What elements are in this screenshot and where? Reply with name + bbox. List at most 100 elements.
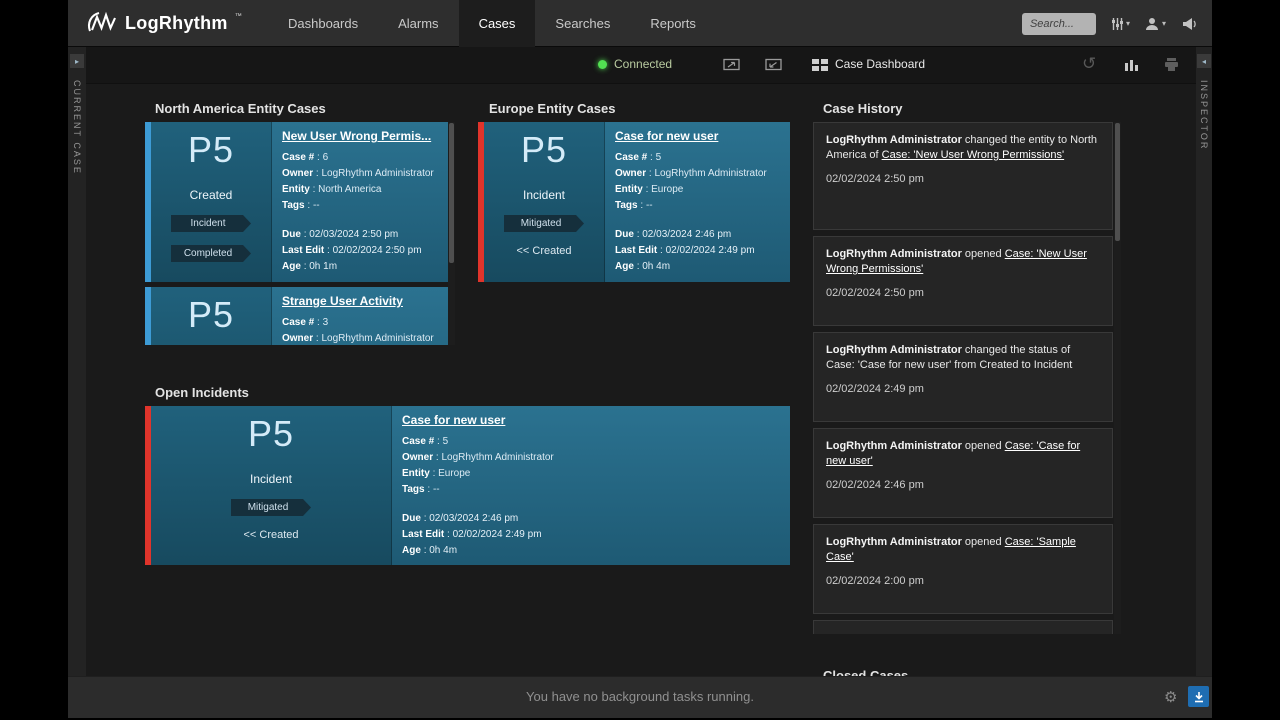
section-title-europe: Europe Entity Cases xyxy=(489,101,615,116)
case-history-entry: LogRhythm Administrator opened Case: 'Ne… xyxy=(813,236,1113,326)
case-title-link[interactable]: Case for new user xyxy=(615,129,780,143)
history-entry-body: LogRhythm Administrator opened Case: 'Ne… xyxy=(826,247,1100,277)
case-title-link[interactable]: New User Wrong Permis... xyxy=(282,129,445,143)
age-field: Age : 0h 4m xyxy=(615,259,780,275)
history-timestamp: 02/02/2024 2:50 pm xyxy=(826,286,1100,301)
search-input[interactable] xyxy=(1022,13,1096,35)
case-history-scrollbar[interactable] xyxy=(1114,122,1121,634)
case-history-entry: LogRhythm Administrator changed the enti… xyxy=(813,122,1113,230)
section-title-north-america: North America Entity Cases xyxy=(155,101,326,116)
owner-field: Owner : LogRhythm Administrator xyxy=(615,166,780,182)
dashboard-grid-icon xyxy=(812,58,828,71)
chart-columns-icon[interactable] xyxy=(1124,58,1139,71)
case-card-case-for-new-user[interactable]: P5 Incident Mitigated << Created Case fo… xyxy=(478,122,790,282)
case-details-panel: Case for new user Case # : 5 Owner : Log… xyxy=(605,122,790,282)
history-timestamp: 02/02/2024 2:00 pm xyxy=(826,574,1100,589)
background-tasks-message: You have no background tasks running. xyxy=(68,689,1212,704)
status-change-mitigated-button[interactable]: Mitigated xyxy=(504,215,584,232)
case-priority: P5 xyxy=(521,126,567,174)
brand-name: LogRhythm xyxy=(125,10,228,36)
due-field: Due : 02/03/2024 2:50 pm xyxy=(282,227,445,243)
case-number-field: Case # : 5 xyxy=(615,150,780,166)
due-field: Due : 02/03/2024 2:46 pm xyxy=(615,227,780,243)
dashboard-selector[interactable]: Case Dashboard xyxy=(812,57,925,71)
case-number-field: Case # : 5 xyxy=(402,434,780,450)
tab-reports[interactable]: Reports xyxy=(630,0,716,47)
nav-right-controls: ▾ ▾ xyxy=(1022,0,1198,47)
owner-field: Owner : LogRhythm Administrator xyxy=(282,331,445,345)
secondary-toolbar: Connected Case Dashboard ↺ xyxy=(68,47,1212,84)
case-card-strange-user-activity[interactable]: P5 Strange User Activity Case # : 3 Owne… xyxy=(145,287,455,345)
history-entry-body: LogRhythm Administrator changed the enti… xyxy=(826,133,1100,163)
case-status: Incident xyxy=(250,472,292,486)
case-dates: Due : 02/03/2024 2:46 pm Last Edit : 02/… xyxy=(402,511,780,559)
case-link[interactable]: Case: 'New User Wrong Permissions' xyxy=(882,149,1065,161)
history-actor: LogRhythm Administrator xyxy=(826,248,962,260)
announcements-icon[interactable] xyxy=(1181,17,1198,31)
status-back-created-label[interactable]: << Created xyxy=(243,529,298,541)
case-card-new-user-wrong-permissions[interactable]: P5 Created Incident Completed New User W… xyxy=(145,122,455,282)
filter-sliders-icon[interactable]: ▾ xyxy=(1111,17,1130,31)
tab-cases[interactable]: Cases xyxy=(459,0,536,47)
logrhythm-brand[interactable]: LogRhythm ™ xyxy=(86,10,242,36)
history-actor: LogRhythm Administrator xyxy=(826,440,962,452)
pop-in-panel-icon[interactable] xyxy=(765,57,782,72)
north-america-list-scrollbar[interactable] xyxy=(448,122,455,345)
age-field: Age : 0h 1m xyxy=(282,259,445,275)
screen: LogRhythm ™ Dashboards Alarms Cases Sear… xyxy=(0,0,1280,720)
case-summary-panel: P5 xyxy=(151,287,272,345)
owner-field: Owner : LogRhythm Administrator xyxy=(402,450,780,466)
scrollbar-thumb[interactable] xyxy=(449,123,454,263)
tab-alarms[interactable]: Alarms xyxy=(378,0,458,47)
status-change-incident-button[interactable]: Incident xyxy=(171,215,251,232)
undo-icon[interactable]: ↺ xyxy=(1082,55,1096,73)
tags-field: Tags : -- xyxy=(402,482,780,498)
history-action-text: opened xyxy=(962,536,1005,548)
tab-searches[interactable]: Searches xyxy=(535,0,630,47)
status-change-completed-button[interactable]: Completed xyxy=(171,245,251,262)
current-case-panel-tab: ▸ CURRENT CASE xyxy=(68,47,86,676)
gear-icon[interactable]: ⚙ xyxy=(1164,689,1177,707)
north-america-case-list: P5 Created Incident Completed New User W… xyxy=(145,122,455,345)
case-priority: P5 xyxy=(248,410,294,458)
scrollbar-thumb[interactable] xyxy=(1115,123,1120,241)
connection-status: Connected xyxy=(598,57,672,71)
pop-out-panel-icon[interactable] xyxy=(723,57,740,72)
case-summary-panel: P5 Incident Mitigated << Created xyxy=(151,406,392,565)
entity-field: Entity : Europe xyxy=(402,466,780,482)
status-change-mitigated-button[interactable]: Mitigated xyxy=(231,499,311,516)
case-priority: P5 xyxy=(188,126,234,174)
history-entry-body: LogRhythm Administrator changed the stat… xyxy=(826,343,1100,373)
case-title-link[interactable]: Strange User Activity xyxy=(282,294,445,308)
download-icon xyxy=(1193,691,1205,703)
tags-field: Tags : -- xyxy=(282,198,445,214)
print-icon[interactable] xyxy=(1164,57,1179,72)
main-nav-tabs: Dashboards Alarms Cases Searches Reports xyxy=(268,0,716,47)
background-tasks-bar: You have no background tasks running. ⚙ xyxy=(68,676,1212,718)
user-menu-icon[interactable]: ▾ xyxy=(1145,17,1166,31)
entity-field: Entity : Europe xyxy=(615,182,780,198)
current-case-tab-label[interactable]: CURRENT CASE xyxy=(72,80,82,175)
case-history-list: LogRhythm Administrator changed the enti… xyxy=(813,122,1113,634)
open-incident-card-case-for-new-user[interactable]: P5 Incident Mitigated << Created Case fo… xyxy=(145,406,790,565)
history-action-text: opened xyxy=(962,440,1005,452)
last-edit-field: Last Edit : 02/02/2024 2:49 pm xyxy=(402,527,780,543)
last-edit-field: Last Edit : 02/02/2024 2:49 pm xyxy=(615,243,780,259)
age-field: Age : 0h 4m xyxy=(402,543,780,559)
case-details-panel: Case for new user Case # : 5 Owner : Log… xyxy=(392,406,790,565)
tab-dashboards[interactable]: Dashboards xyxy=(268,0,378,47)
case-priority: P5 xyxy=(188,291,234,339)
expand-current-case-icon[interactable]: ▸ xyxy=(70,54,84,68)
case-number-field: Case # : 6 xyxy=(282,150,445,166)
status-back-created-label[interactable]: << Created xyxy=(516,245,571,257)
case-status: Incident xyxy=(523,188,565,202)
history-entry-body: LogRhythm Administrator opened Case: 'Ca… xyxy=(826,439,1100,469)
history-timestamp: 02/02/2024 2:50 pm xyxy=(826,172,1100,187)
expand-inspector-icon[interactable]: ◂ xyxy=(1197,54,1211,68)
inspector-tab-label[interactable]: INSPECTOR xyxy=(1199,80,1209,150)
case-title-link[interactable]: Case for new user xyxy=(402,413,780,427)
app-window: LogRhythm ™ Dashboards Alarms Cases Sear… xyxy=(68,0,1212,718)
history-timestamp: 02/02/2024 2:49 pm xyxy=(826,382,1100,397)
download-tasks-button[interactable] xyxy=(1188,686,1209,707)
connected-dot-icon xyxy=(598,60,607,69)
